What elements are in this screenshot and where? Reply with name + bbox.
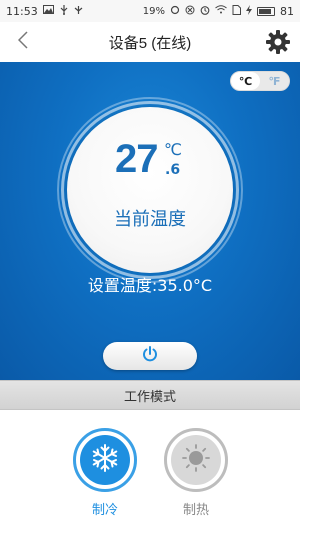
title-bar: 设备5 (在线) (0, 22, 300, 62)
mode-heat-button[interactable]: 制热 (164, 428, 228, 528)
mode-selector: 制冷 制热 (0, 410, 300, 533)
current-temp-integer: 27 (115, 137, 158, 181)
battery-level: 81 (280, 4, 294, 18)
battery-icon (257, 6, 275, 16)
close-circle-icon (185, 5, 195, 18)
back-button[interactable] (12, 30, 34, 54)
current-temp-caption: 当前温度 (114, 209, 186, 230)
charging-icon (246, 4, 252, 18)
chevron-left-icon (17, 31, 28, 53)
sync-icon (170, 5, 180, 18)
mode-cool-ring (73, 428, 137, 492)
mode-cool-fill (80, 435, 130, 485)
sim-icon (232, 4, 241, 18)
status-bar: 11:53 19% 81 (0, 0, 300, 22)
current-temp-decimal: .6 (165, 162, 181, 178)
mode-heat-fill (171, 435, 221, 485)
status-time: 11:53 (6, 4, 38, 18)
status-speed: 19% (142, 5, 165, 17)
page-title: 设备5 (在线) (108, 34, 192, 52)
alarm-icon (200, 5, 210, 18)
mode-cool-label: 制冷 (91, 503, 118, 518)
power-icon (141, 345, 159, 367)
current-temp-unit: ℃ (164, 140, 182, 159)
mode-heat-label: 制热 (182, 503, 209, 518)
usb-debug-icon (74, 5, 83, 18)
power-button[interactable] (103, 342, 197, 370)
mode-cool-button[interactable]: 制冷 (73, 428, 137, 528)
usb-icon (59, 4, 69, 18)
gear-icon (264, 30, 292, 60)
temperature-panel: ℃ ℉ 27 ℃ .6 当前温度 设置温度:35.0°C (0, 62, 300, 380)
wifi-icon (215, 5, 227, 17)
mode-header: 工作模式 (0, 380, 300, 410)
fahrenheit-option[interactable]: ℉ (260, 72, 289, 90)
unit-toggle[interactable]: ℃ ℉ (230, 71, 290, 91)
set-temperature: 设置温度:35.0°C (87, 276, 213, 295)
temperature-dial: 27 ℃ .6 当前温度 (67, 107, 233, 273)
mode-heat-ring (164, 428, 228, 492)
image-icon (42, 5, 54, 17)
snowflake-icon (89, 442, 121, 478)
celsius-option[interactable]: ℃ (231, 72, 260, 90)
settings-button[interactable] (264, 28, 292, 56)
sun-icon (180, 442, 212, 478)
